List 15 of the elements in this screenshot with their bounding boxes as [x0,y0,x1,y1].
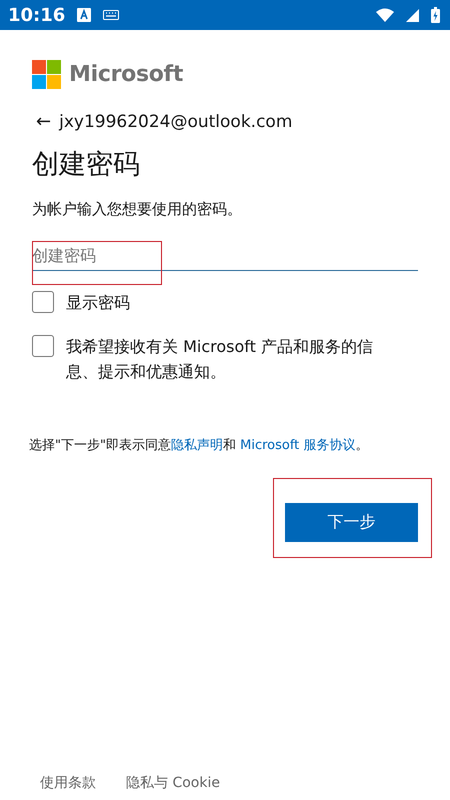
account-email: jxy19962024@outlook.com [59,112,292,132]
checkbox-label: 显示密码 [66,292,131,314]
legal-link[interactable]: Microsoft 服务协议 [240,438,356,453]
next-button[interactable]: 下一步 [285,503,418,542]
legal-link[interactable]: 隐私声明 [170,438,223,453]
checkbox-label: 我希望接收有关 Microsoft 产品和服务的信息、提示和优惠通知。 [66,336,374,383]
back-button[interactable]: ← [36,111,52,132]
brand-name: Microsoft [69,62,184,87]
password-field[interactable]: 创建密码 [32,231,418,271]
clock-time: 10:16 [8,4,66,26]
instruction-text: 为帐户输入您想要使用的密码。 [32,200,243,219]
legal-text: 选择"下一步"即表示同意隐私声明和 Microsoft 服务协议。 [29,437,370,454]
footer-link[interactable]: 隐私与 Cookie [126,774,220,792]
footer-link[interactable]: 使用条款 [40,774,96,792]
page-title: 创建密码 [32,148,141,182]
